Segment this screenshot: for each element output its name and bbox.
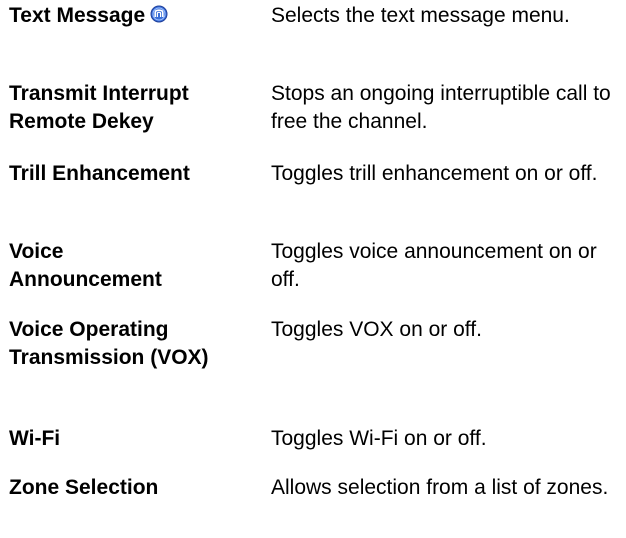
term-wi-fi: Wi-Fi xyxy=(9,427,61,450)
term-voice-operating-transmission: Voice Operating Transmission (VOX) xyxy=(9,318,209,369)
term-voice-announcement: Voice Announcement xyxy=(9,240,162,291)
description-zone-selection: Allows selection from a list of zones. xyxy=(271,476,609,499)
description-transmit-interrupt: Stops an ongoing interruptible call to f… xyxy=(271,82,611,133)
term-transmit-interrupt: Transmit Interrupt Remote Dekey xyxy=(9,82,189,133)
term-zone-selection: Zone Selection xyxy=(9,476,159,499)
term-trill-enhancement: Trill Enhancement xyxy=(9,162,190,185)
description-trill-enhancement: Toggles trill enhancement on or off. xyxy=(271,162,598,185)
description-wi-fi: Toggles Wi-Fi on or off. xyxy=(271,427,487,450)
term-text-message: Text Message xyxy=(9,2,249,31)
description-text-message: Selects the text message menu. xyxy=(271,4,570,27)
premium-feature-icon xyxy=(150,3,168,31)
feature-definition-table: Text Message Selects the text message me… xyxy=(0,0,626,538)
description-voice-operating-transmission: Toggles VOX on or off. xyxy=(271,318,482,341)
description-voice-announcement: Toggles voice announcement on or off. xyxy=(271,240,597,291)
